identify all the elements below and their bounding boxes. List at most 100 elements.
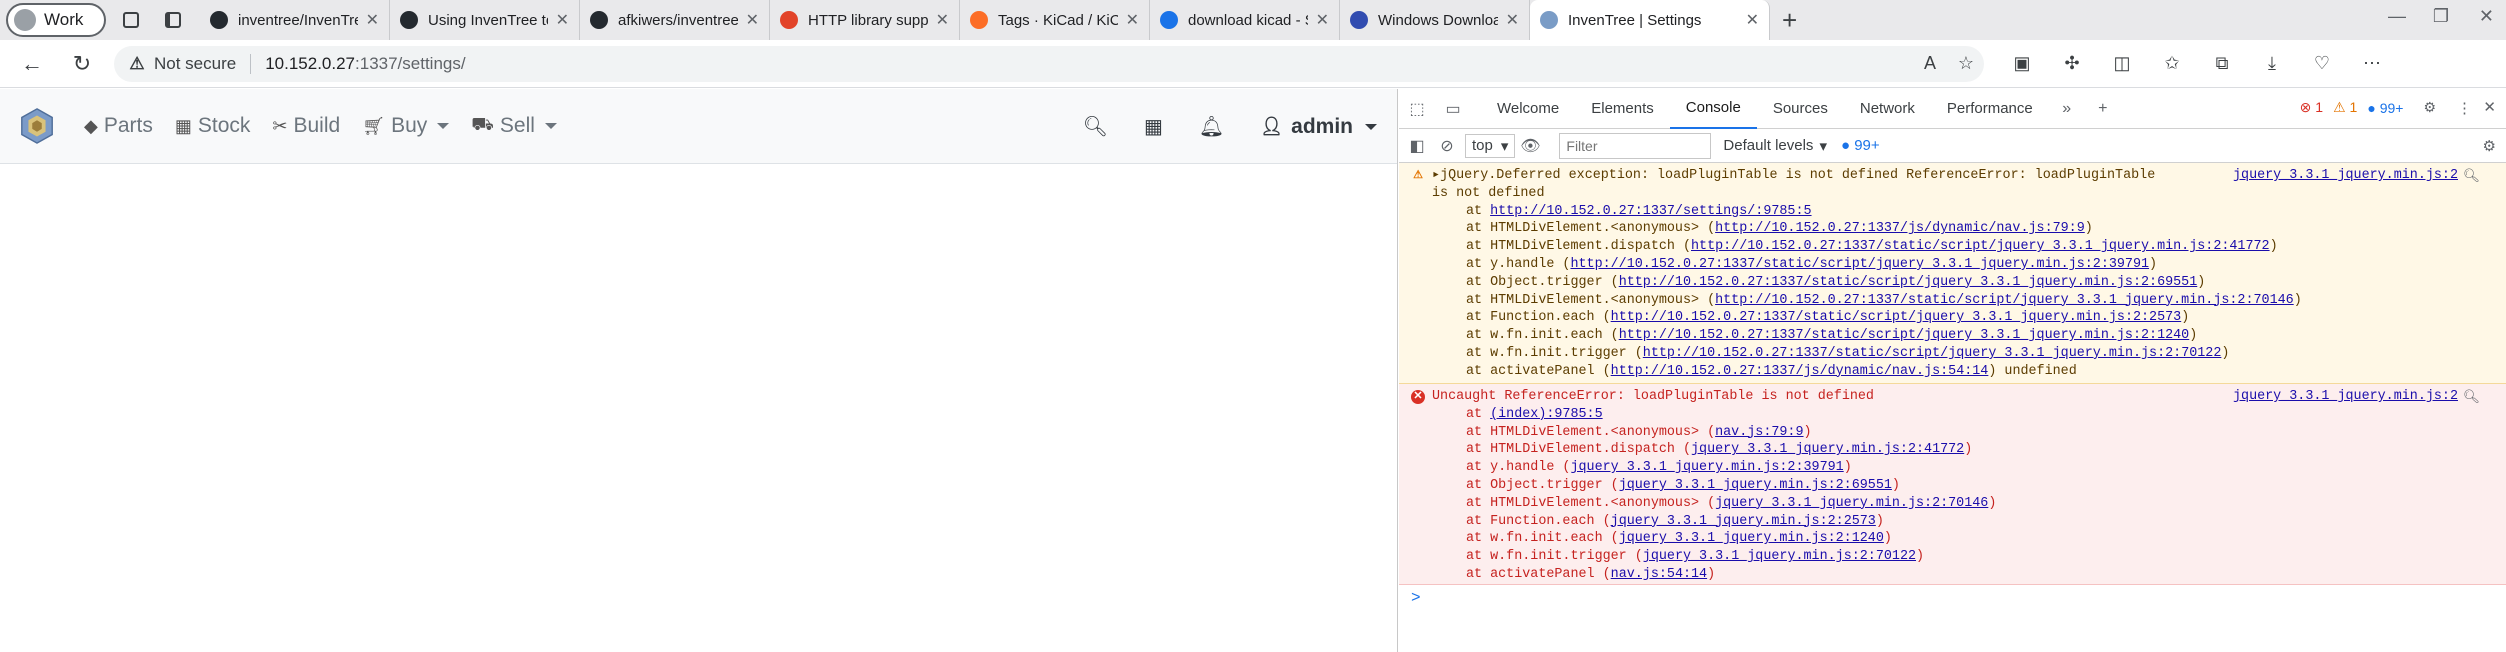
devtools-tab-performance[interactable]: Performance (1931, 89, 2049, 129)
search-icon[interactable]: 🔍︎ (2463, 388, 2480, 406)
extension-icon[interactable]: ▣ (2004, 46, 2040, 82)
console-error-message[interactable]: ✕ jquery_3.3.1_jquery.min.js:2 🔍︎ Uncaug… (1399, 384, 2506, 585)
read-aloud-icon[interactable]: A (1912, 46, 1948, 82)
search-icon[interactable]: 🔍︎ (1083, 114, 1108, 139)
live-expression-eye-icon[interactable]: 👁︎ (1515, 129, 1545, 163)
stack-frame-link[interactable]: http://10.152.0.27:1337/static/script/jq… (1715, 293, 2294, 308)
stack-frame-link[interactable]: jquery_3.3.1_jquery.min.js:2:1240 (1619, 531, 1884, 546)
devtools-tab-elements[interactable]: Elements (1575, 89, 1670, 129)
settings-icon[interactable]: ⚙ (2423, 99, 2436, 116)
browser-tab[interactable]: Using InvenTree to store Ki ✕ (390, 0, 580, 40)
browser-tab[interactable]: download kicad - Search ✕ (1150, 0, 1340, 40)
tab-actions-icon[interactable] (156, 3, 190, 37)
not-secure-icon[interactable]: ⚠ (128, 54, 146, 73)
console-settings-icon[interactable]: ⚙ (2483, 137, 2496, 155)
restore-icon[interactable]: ❐ (2433, 6, 2449, 27)
stack-frame-link[interactable]: http://10.152.0.27:1337/js/dynamic/nav.j… (1611, 364, 1989, 379)
close-tab-icon[interactable]: ✕ (366, 10, 379, 30)
browser-tab[interactable]: inventree/InvenTree: Open ✕ (200, 0, 390, 40)
console-filter-input[interactable] (1559, 132, 1712, 159)
profile-button[interactable]: Work (6, 3, 106, 37)
more-tabs-icon[interactable]: » (2049, 89, 2085, 129)
inventree-logo-icon[interactable] (18, 107, 56, 145)
issues-badge[interactable]: ● 99+ (1841, 137, 1880, 154)
close-tab-icon[interactable]: ✕ (1746, 10, 1759, 30)
stack-frame-link[interactable]: http://10.152.0.27:1337/static/script/jq… (1619, 328, 2190, 343)
devtools-tab-console[interactable]: Console (1669, 89, 1757, 129)
close-tab-icon[interactable]: ✕ (746, 10, 759, 30)
extensions-puzzle-icon[interactable]: ✣ (2054, 46, 2090, 82)
stack-frame-link[interactable]: http://10.152.0.27:1337/settings/:9785:5 (1490, 204, 1811, 219)
collections-icon[interactable]: ⧉ (2204, 46, 2240, 82)
close-tab-icon[interactable]: ✕ (936, 10, 949, 30)
browser-tab[interactable]: Tags · KiCad / KiCad Source ✕ (960, 0, 1150, 40)
stack-frame-link[interactable]: jquery_3.3.1_jquery.min.js:2:69551 (1619, 478, 1892, 493)
error-count[interactable]: ⊗ 1 (2300, 99, 2323, 116)
stack-frame-link[interactable]: (index):9785:5 (1490, 407, 1603, 422)
stack-frame-link[interactable]: http://10.152.0.27:1337/static/script/jq… (1570, 257, 2149, 272)
console-warning-message[interactable]: ⚠ jquery_3.3.1_jquery.min.js:2 🔍︎ ▸jQuer… (1399, 163, 2506, 384)
favorites-icon[interactable]: ✩ (2154, 46, 2190, 82)
minimize-icon[interactable]: — (2388, 6, 2406, 27)
stack-frame-link[interactable]: http://10.152.0.27:1337/js/dynamic/nav.j… (1715, 221, 2085, 236)
bell-icon[interactable]: 🔔︎ (1199, 114, 1224, 139)
stack-frame-link[interactable]: jquery_3.3.1_jquery.min.js:2:2573 (1611, 514, 1876, 529)
url-field[interactable]: ⚠ Not secure 10.152.0.27 :1337/settings/… (114, 45, 1984, 82)
device-emulation-icon[interactable]: ▭ (1435, 89, 1471, 129)
stack-frame-link[interactable]: nav.js:79:9 (1715, 425, 1803, 440)
message-source-link[interactable]: jquery_3.3.1_jquery.min.js:2 (2233, 388, 2458, 406)
browser-tab[interactable]: Windows Downloads | KiCa ✕ (1340, 0, 1530, 40)
nav-buy[interactable]: 🛒︎ Buy (362, 114, 450, 138)
new-tab-button[interactable]: + (1782, 5, 1797, 36)
browser-tab[interactable]: afkiwers/inventree_kicad: K ✕ (580, 0, 770, 40)
devtools-menu-icon[interactable]: ⋮ (2457, 99, 2472, 117)
close-tab-icon[interactable]: ✕ (1126, 10, 1139, 30)
not-secure-label[interactable]: Not secure (154, 54, 236, 74)
devtools-tab-sources[interactable]: Sources (1757, 89, 1844, 129)
nav-parts[interactable]: ◆ Parts (84, 114, 153, 138)
close-devtools-icon[interactable]: ✕ (2483, 98, 2496, 116)
back-icon[interactable]: ← (14, 46, 50, 82)
stack-frame-link[interactable]: nav.js:54:14 (1611, 567, 1707, 582)
split-screen-icon[interactable]: ◫ (2104, 46, 2140, 82)
context-selector[interactable]: top ▾ (1465, 133, 1516, 158)
devtools-tab-welcome[interactable]: Welcome (1481, 89, 1575, 129)
performance-icon[interactable]: ♡ (2304, 46, 2340, 82)
search-icon[interactable]: 🔍︎ (2463, 167, 2480, 185)
downloads-icon[interactable]: ⤓ (2254, 46, 2290, 82)
nav-sell[interactable]: ⛟ Sell (471, 114, 557, 138)
stack-frame-link[interactable]: http://10.152.0.27:1337/static/script/jq… (1619, 275, 2198, 290)
stack-frame-link[interactable]: http://10.152.0.27:1337/static/script/jq… (1611, 310, 2182, 325)
stack-frame-link[interactable]: jquery_3.3.1_jquery.min.js:2:39791 (1570, 460, 1843, 475)
warning-count[interactable]: ⚠ 1 (2333, 99, 2357, 116)
info-count[interactable]: ● 99+ (2367, 100, 2403, 116)
close-tab-icon[interactable]: ✕ (1316, 10, 1329, 30)
workspaces-icon[interactable] (114, 3, 148, 37)
inspect-element-icon[interactable]: ⬚ (1399, 89, 1435, 129)
sidebar-toggle-icon[interactable]: ◧ (1399, 129, 1435, 163)
favorite-star-icon[interactable]: ☆ (1948, 46, 1984, 82)
console-prompt[interactable]: > (1411, 589, 2506, 607)
browser-tab[interactable]: HTTP library support (!167 ✕ (770, 0, 960, 40)
close-window-icon[interactable]: ✕ (2479, 6, 2494, 27)
clear-console-icon[interactable]: ⊘ (1435, 129, 1459, 163)
stack-frame-link[interactable]: jquery_3.3.1_jquery.min.js:2:41772 (1691, 442, 1964, 457)
stack-frame-link[interactable]: jquery_3.3.1_jquery.min.js:2:70122 (1643, 549, 1916, 564)
nav-stock[interactable]: ▦ Stock (175, 114, 251, 138)
refresh-icon[interactable]: ↻ (64, 46, 100, 82)
browser-tab[interactable]: InvenTree | Settings ✕ (1530, 0, 1770, 40)
menu-dots-icon[interactable]: ⋯ (2354, 46, 2390, 82)
message-source-link[interactable]: jquery_3.3.1_jquery.min.js:2 (2233, 167, 2458, 185)
stack-frame-link[interactable]: http://10.152.0.27:1337/static/script/jq… (1691, 239, 2270, 254)
add-tool-icon[interactable]: + (2085, 89, 2121, 129)
stack-frame-link[interactable]: http://10.152.0.27:1337/static/script/jq… (1643, 346, 2222, 361)
issue-counters[interactable]: ⊗ 1 ⚠ 1 ● 99+ ⚙ (2300, 99, 2436, 116)
log-levels-dropdown[interactable]: Default levels ▾ (1723, 137, 1827, 155)
devtools-tab-network[interactable]: Network (1844, 89, 1931, 129)
nav-build[interactable]: ✂ Build (272, 114, 340, 138)
qrcode-icon[interactable]: ▦ (1144, 114, 1163, 139)
close-tab-icon[interactable]: ✕ (1506, 10, 1519, 30)
user-menu[interactable]: 👤︎ admin (1260, 115, 1377, 139)
close-tab-icon[interactable]: ✕ (556, 10, 569, 30)
stack-frame-link[interactable]: jquery_3.3.1_jquery.min.js:2:70146 (1715, 496, 1988, 511)
